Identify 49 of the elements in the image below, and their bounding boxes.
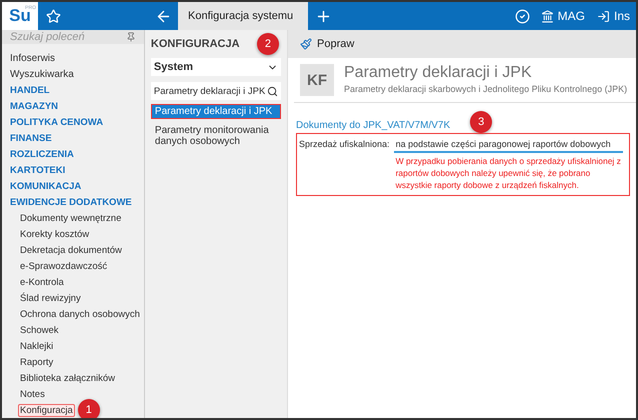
edit-button[interactable]: Popraw	[300, 38, 354, 50]
step-marker: 1	[78, 399, 100, 418]
menu-section[interactable]: FINANSE	[10, 130, 144, 146]
menu-item[interactable]: Korekty kosztów	[18, 228, 92, 240]
menu-item[interactable]: Biblioteka załączników	[18, 372, 118, 384]
page-subtitle: Parametry deklaracji skarbowych i Jednolitego Pliku Kontrolnego (JPK)	[344, 84, 628, 94]
menu-item[interactable]: Notes	[18, 388, 47, 400]
star-icon[interactable]	[46, 8, 60, 24]
menu-item[interactable]: Infoserwis	[10, 50, 144, 66]
menu-section[interactable]: POLITYKA CENOWA	[10, 114, 144, 130]
topbar-label[interactable]: MAG	[558, 9, 585, 23]
menu-section[interactable]: EWIDENCJE DODATKOWE	[10, 194, 144, 210]
check-circle-icon[interactable]	[515, 8, 530, 24]
menu-item[interactable]: Konfiguracja	[18, 404, 75, 416]
menu-item[interactable]: Ochrona danych osobowych	[18, 308, 142, 320]
brush-icon	[300, 38, 312, 50]
menu-section[interactable]: KARTOTEKI	[10, 162, 144, 178]
module-badge: KF	[300, 64, 334, 96]
tab[interactable]: Konfiguracja systemu	[178, 2, 308, 30]
pin-icon[interactable]	[126, 32, 136, 42]
menu-item[interactable]: Naklejki	[18, 340, 56, 352]
input-field[interactable]: na podstawie części paragonowej raportów dobowych	[394, 137, 623, 153]
menu-section[interactable]: ROZLICZENIA	[10, 146, 144, 162]
search-icon[interactable]	[267, 86, 278, 96]
search-field[interactable]: Parametry deklaracji i JPK	[150, 82, 281, 100]
field-label: Sprzedaż ufiskalniona:	[299, 138, 390, 151]
menu-section[interactable]: KOMUNIKACJA	[10, 178, 144, 194]
list-item[interactable]: Parametry deklaracji i JPK	[150, 104, 281, 119]
menu-item[interactable]: Raporty	[18, 356, 56, 368]
menu-item[interactable]: Schowek	[18, 324, 61, 336]
login-icon	[596, 10, 610, 22]
menu-item[interactable]: Wyszukiwarka	[10, 66, 144, 82]
panel-title: KONFIGURACJA	[150, 38, 240, 52]
building-icon	[540, 10, 554, 22]
section-link[interactable]: Dokumenty do JPK_VAT/V7M/V7K	[296, 120, 450, 133]
menu-item[interactable]: e-Kontrola	[18, 276, 66, 288]
topbar-label[interactable]: Ins	[614, 9, 630, 23]
list-item[interactable]: Parametry monitorowania danych osobowych	[150, 123, 281, 149]
warning-text: W przypadku pobierania danych o sprzedaży ufiskalnionej z raportów dobowych należy upewnić się, że pobrano wszystkie raporty dobowe z urządzeń fiskalnych.	[394, 155, 622, 191]
menu-item[interactable]: Dekretacja dokumentów	[18, 244, 124, 256]
menu-section[interactable]: MAGAZYN	[10, 98, 144, 114]
category-select[interactable]: System	[150, 58, 281, 76]
menu-item[interactable]: e-Sprawozdawczość	[18, 260, 110, 272]
menu-section[interactable]: HANDEL	[10, 82, 144, 98]
page-title: Parametry deklaracji i JPK	[344, 64, 533, 82]
menu-item[interactable]: Dokumenty wewnętrzne	[18, 212, 124, 224]
step-marker: 2	[256, 33, 279, 55]
step-marker: 3	[470, 111, 492, 133]
menu-item[interactable]: Ślad rewizyjny	[18, 292, 83, 304]
